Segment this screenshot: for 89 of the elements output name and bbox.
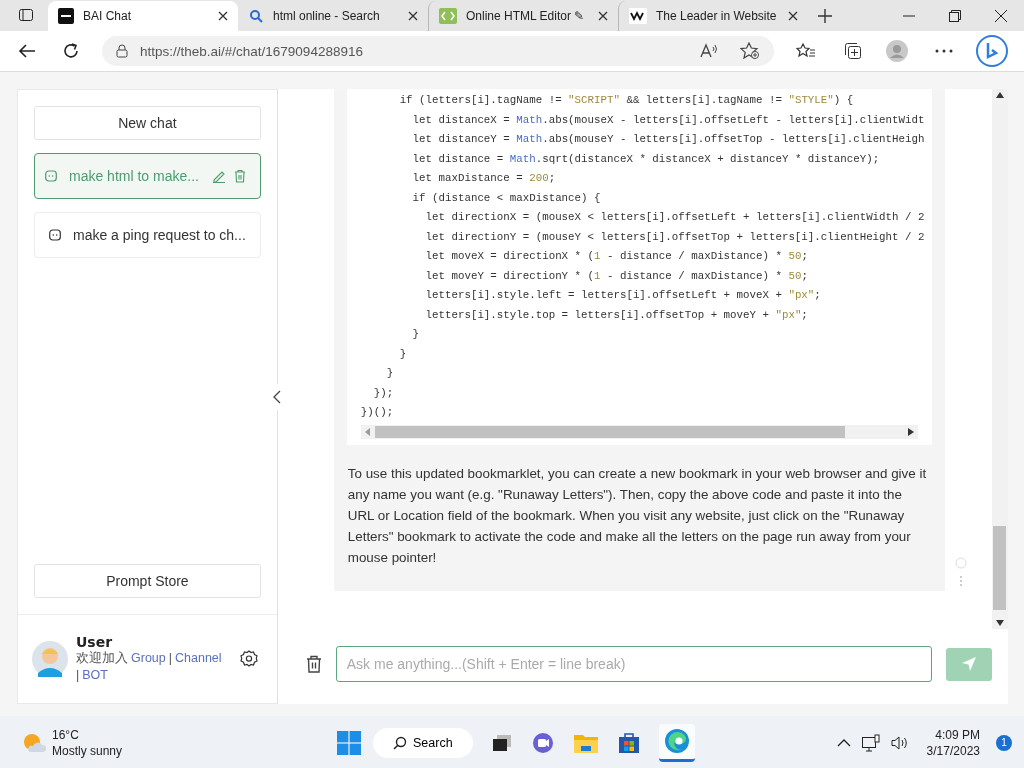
restore-icon[interactable] (949, 10, 961, 22)
chevron-up-icon[interactable] (836, 738, 851, 747)
prompt-store-button[interactable]: Prompt Store (34, 564, 261, 598)
lock-icon (116, 44, 128, 58)
community-link[interactable]: Channel (175, 650, 222, 667)
trash-icon[interactable] (305, 655, 322, 673)
code-line: } (398, 346, 407, 362)
collections-icon[interactable] (844, 42, 862, 60)
copilot-icon[interactable] (976, 35, 1008, 67)
close-icon[interactable] (995, 10, 1007, 22)
close-icon[interactable] (598, 11, 608, 21)
refresh-icon[interactable] (62, 42, 80, 60)
browser-tab[interactable]: BAI Chat (48, 1, 238, 31)
code-line: let distance = Math.sqrt(distanceX * distanceX + distanceY * distanceY); (411, 151, 880, 167)
avatar-icon (32, 641, 68, 677)
volume-icon[interactable] (890, 734, 909, 751)
code-line: if (distance < maxDistance) { (411, 190, 601, 206)
vertical-scrollbar[interactable] (991, 89, 1008, 629)
community-link[interactable]: Group (131, 650, 166, 667)
temperature: 16°C (52, 726, 80, 743)
code-line: let directionY = (mouseY < letters[i].offsetTop + letters[i].clientHeight / 2 (424, 229, 925, 245)
link-separator: | (168, 650, 172, 667)
code-line: letters[i].style.top = letters[i].offsetTop + moveY + "px"; (424, 307, 808, 323)
horizontal-scrollbar[interactable] (360, 424, 918, 439)
read-aloud-icon[interactable] (700, 43, 718, 59)
favorites-icon[interactable] (796, 42, 816, 60)
welcome-text: 欢迎加入 (76, 650, 128, 667)
code-line: let moveY = directionY * (1 - distance / maxDistance) * 50; (424, 268, 808, 284)
new-chat-button[interactable]: New chat (34, 106, 261, 140)
code-line: let moveX = directionX * (1 - distance / maxDistance) * 50; (424, 249, 808, 264)
code-line: let maxDistance = 200; (411, 171, 556, 186)
code-line: } (411, 327, 420, 342)
code-line: } (385, 366, 394, 381)
favicon-icon (58, 8, 74, 24)
network-icon[interactable] (860, 733, 881, 752)
code-line: let distanceX = Math.abs(mouseX - letters[i].offsetLeft - letters[i].clientWidt (411, 112, 925, 128)
code-line: }); (372, 385, 394, 401)
address-bar[interactable]: https://theb.ai/#/chat/1679094288916 (102, 36, 774, 66)
back-icon[interactable] (18, 43, 36, 59)
taskbar-search[interactable]: Search (373, 727, 473, 758)
tab-actions-icon[interactable] (18, 7, 34, 23)
notification-badge[interactable]: 1 (996, 734, 1012, 751)
scroll-up-icon[interactable] (995, 92, 1004, 98)
send-icon (961, 657, 976, 671)
task-view-icon[interactable] (490, 732, 513, 753)
search-icon (393, 735, 407, 750)
close-icon[interactable] (788, 11, 798, 21)
status-circle-icon (954, 557, 967, 569)
chat-item[interactable]: make a ping request to ch... (34, 212, 261, 258)
message-input[interactable]: Ask me anything...(Shift + Enter = line break) (335, 646, 932, 682)
chat-app-icon[interactable] (530, 731, 555, 754)
browser-tab[interactable]: The Leader in Website (618, 1, 808, 31)
link-separator: | (76, 667, 80, 684)
settings-icon[interactable] (240, 650, 258, 668)
user-name: User (76, 634, 114, 650)
code-line: if (letters[i].tagName != "SCRIPT" && letters[i].tagName != "STYLE") { (398, 93, 854, 108)
clock-time: 4:09 PM (935, 726, 980, 743)
code-line: let distanceY = Math.abs(mouseY - letters[i].offsetTop - letters[i].clientHeigh (411, 132, 925, 147)
edit-icon[interactable] (211, 169, 226, 183)
browser-icon (663, 728, 690, 754)
chat-bubble-icon (45, 170, 57, 182)
more-icon[interactable] (935, 49, 953, 53)
chevron-left-icon (272, 390, 281, 404)
chat-bubble-icon (49, 229, 61, 241)
answer-text: To use this updated bookmarklet, you can create a new bookmark in your web browser and give it any name you want (e.g. "Runaway Letters"). Then, copy the above code and paste it into the URL or Location field of the bookmark. When you visit any website, just click on the "Runaway Letters" bookmark to activate the code and make all the letters on the page run away from your mouse pointer! (347, 464, 928, 567)
new-tab-icon[interactable] (818, 9, 832, 23)
scrollbar-thumb[interactable] (993, 526, 1007, 610)
favorite-add-icon[interactable] (740, 42, 760, 60)
code-line: let directionX = (mouseX < letters[i].offsetLeft + letters[i].clientWidth / 2 (424, 210, 925, 225)
browser-tab[interactable]: html online - Search (238, 1, 428, 31)
code-icon (439, 8, 457, 24)
weather-icon (22, 731, 46, 754)
profile-icon[interactable] (886, 40, 908, 62)
start-icon[interactable] (337, 730, 361, 755)
search-icon (248, 8, 264, 24)
community-link[interactable]: BOT (82, 667, 108, 684)
weather-condition: Mostly sunny (52, 742, 123, 759)
scrollbar-thumb[interactable] (374, 425, 845, 438)
code-line: })(); (360, 405, 394, 420)
scroll-right-icon[interactable] (907, 427, 914, 436)
browser-taskbar-button[interactable] (658, 723, 695, 762)
code-line: letters[i].style.left = letters[i].offsetLeft + moveX + "px"; (424, 288, 821, 303)
close-icon[interactable] (408, 11, 418, 21)
clock-date: 3/17/2023 (926, 742, 980, 759)
store-icon[interactable] (616, 730, 641, 755)
scroll-down-icon[interactable] (995, 620, 1004, 626)
favicon-icon (629, 8, 647, 24)
browser-tab[interactable]: Online HTML Editor ✎ (428, 1, 618, 31)
close-icon[interactable] (218, 11, 228, 21)
